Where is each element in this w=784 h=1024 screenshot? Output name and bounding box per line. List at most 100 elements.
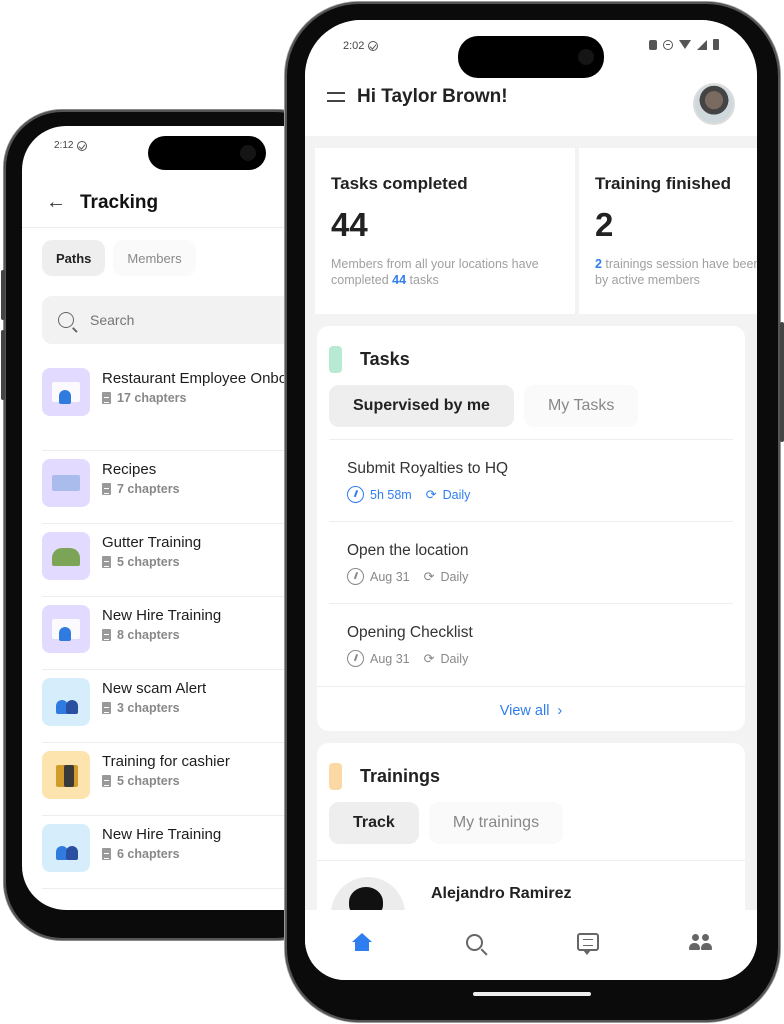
path-thumbnail: [42, 459, 90, 507]
card-title: Trainings: [360, 766, 441, 786]
wifi-icon: [679, 40, 691, 49]
status-icons: [649, 39, 719, 50]
path-thumbnail: [42, 751, 90, 799]
tab-supervised-by-me[interactable]: Supervised by me: [329, 385, 514, 427]
dynamic-island: [148, 136, 266, 170]
path-list-item[interactable]: Recipes 7 chapters: [42, 451, 322, 524]
path-thumbnail: [42, 824, 90, 872]
side-button: [780, 322, 784, 442]
path-list-item[interactable]: New scam Alert 3 chapters: [42, 670, 322, 743]
path-name: Recipes: [102, 461, 157, 478]
tasks-tabs: Supervised by me My Tasks: [329, 385, 733, 427]
path-chapters: 7 chapters: [102, 482, 180, 496]
path-list-item[interactable]: Restaurant Employee Onboarding 17 chapter…: [42, 360, 322, 451]
tab-my-tasks[interactable]: My Tasks: [523, 385, 639, 427]
greeting-title: Hi Taylor Brown!: [357, 86, 508, 107]
path-list-item[interactable]: Training for cashier 5 chapters: [42, 743, 322, 816]
path-list-item[interactable]: New Hire Training 6 chapters: [42, 816, 322, 889]
stat-value: 44: [331, 206, 368, 243]
nav-search[interactable]: [455, 922, 495, 962]
search-icon: [466, 933, 483, 951]
check-circle-icon: [77, 140, 88, 151]
task-list: Submit Royalties to HQ 5h 58m ⟳ Daily Open t…: [317, 440, 745, 686]
user-avatar[interactable]: [693, 83, 735, 125]
task-meta: Aug 31 ⟳ Daily: [347, 650, 733, 667]
back-arrow-icon[interactable]: ←: [46, 191, 66, 214]
clock-icon: [347, 650, 364, 667]
vibrate-icon: [649, 39, 657, 50]
stat-value: 2: [595, 206, 614, 243]
chat-icon: [576, 933, 599, 955]
people-icon: [688, 934, 713, 950]
nav-messages[interactable]: [568, 922, 608, 962]
stat-description: Members from all your locations have com…: [331, 257, 539, 287]
battery-icon: [713, 39, 719, 50]
path-name: New Hire Training: [102, 826, 222, 843]
task-item[interactable]: Open the location Aug 31 ⟳ Daily: [329, 522, 733, 604]
side-button: [1, 330, 5, 400]
search-input[interactable]: [90, 312, 270, 328]
tab-paths[interactable]: Paths: [42, 240, 106, 276]
stat-card-training[interactable]: Training finished 2 2 trainings session …: [579, 148, 757, 314]
path-name: New Hire Training: [102, 607, 222, 624]
document-icon: [102, 702, 111, 714]
path-name: New scam Alert: [102, 680, 207, 697]
stat-card-tasks[interactable]: Tasks completed 44 Members from all your…: [315, 148, 575, 314]
task-name: Opening Checklist: [347, 624, 473, 641]
nav-home[interactable]: [342, 922, 382, 962]
page-title: Tracking: [80, 191, 159, 213]
document-icon: [102, 848, 111, 860]
task-item[interactable]: Opening Checklist Aug 31 ⟳ Daily: [329, 604, 733, 686]
clock-icon: [347, 486, 364, 503]
path-chapters: 3 chapters: [102, 701, 206, 715]
trainings-accent-pill: [329, 763, 342, 790]
task-meta: 5h 58m ⟳ Daily: [347, 486, 733, 503]
repeat-icon: ⟳: [423, 568, 435, 584]
home-icon: [351, 933, 372, 951]
bottom-nav: [305, 910, 757, 980]
path-name: Gutter Training: [102, 534, 202, 551]
stat-title: Training finished: [595, 174, 732, 193]
tasks-card: Tasks Supervised by me My Tasks Submit R…: [317, 326, 745, 731]
tab-members[interactable]: Members: [113, 240, 196, 276]
document-icon: [102, 483, 111, 495]
path-list-item[interactable]: New Hire Training 8 chapters: [42, 597, 322, 670]
task-repeat: Daily: [442, 487, 471, 502]
path-chapters: 8 chapters: [102, 628, 221, 642]
path-chapters: 6 chapters: [102, 847, 221, 861]
search-icon: [58, 312, 74, 328]
greeting-row: Hi Taylor Brown!: [327, 86, 508, 108]
document-icon: [102, 392, 111, 404]
dynamic-island: [458, 36, 604, 78]
check-circle-icon: [368, 41, 379, 51]
path-thumbnail: [42, 532, 90, 580]
stat-description: 2 trainings session have been completed …: [595, 257, 757, 287]
app-header: 2:02 Hi Taylor Brown!: [305, 20, 757, 136]
view-all-link[interactable]: View all ›: [317, 686, 745, 731]
camera-icon: [578, 49, 594, 65]
search-bar[interactable]: [42, 296, 322, 344]
task-repeat: Daily: [440, 569, 469, 584]
trainee-name: Alejandro Ramirez: [431, 885, 572, 902]
cellular-icon: [697, 39, 707, 50]
task-meta: Aug 31 ⟳ Daily: [347, 568, 733, 585]
tab-track[interactable]: Track: [329, 802, 419, 844]
path-thumbnail: [42, 605, 90, 653]
task-name: Submit Royalties to HQ: [347, 460, 509, 477]
side-button: [1, 270, 5, 320]
camera-icon: [240, 145, 256, 161]
menu-icon[interactable]: [327, 92, 345, 102]
tab-my-trainings[interactable]: My trainings: [428, 802, 564, 844]
task-item[interactable]: Submit Royalties to HQ 5h 58m ⟳ Daily: [329, 440, 733, 522]
task-due: Aug 31: [370, 651, 410, 666]
nav-team[interactable]: [681, 922, 721, 962]
clock-icon: [347, 568, 364, 585]
tracking-tabs: Paths Members: [42, 240, 196, 276]
tracking-header: ← Tracking: [22, 178, 322, 228]
repeat-icon: ⟳: [425, 486, 437, 502]
chevron-right-icon: ›: [557, 702, 563, 719]
path-list-item[interactable]: Gutter Training 5 chapters: [42, 524, 322, 597]
task-due: 5h 58m: [370, 487, 412, 502]
task-name: Open the location: [347, 542, 469, 559]
task-due: Aug 31: [370, 569, 410, 584]
